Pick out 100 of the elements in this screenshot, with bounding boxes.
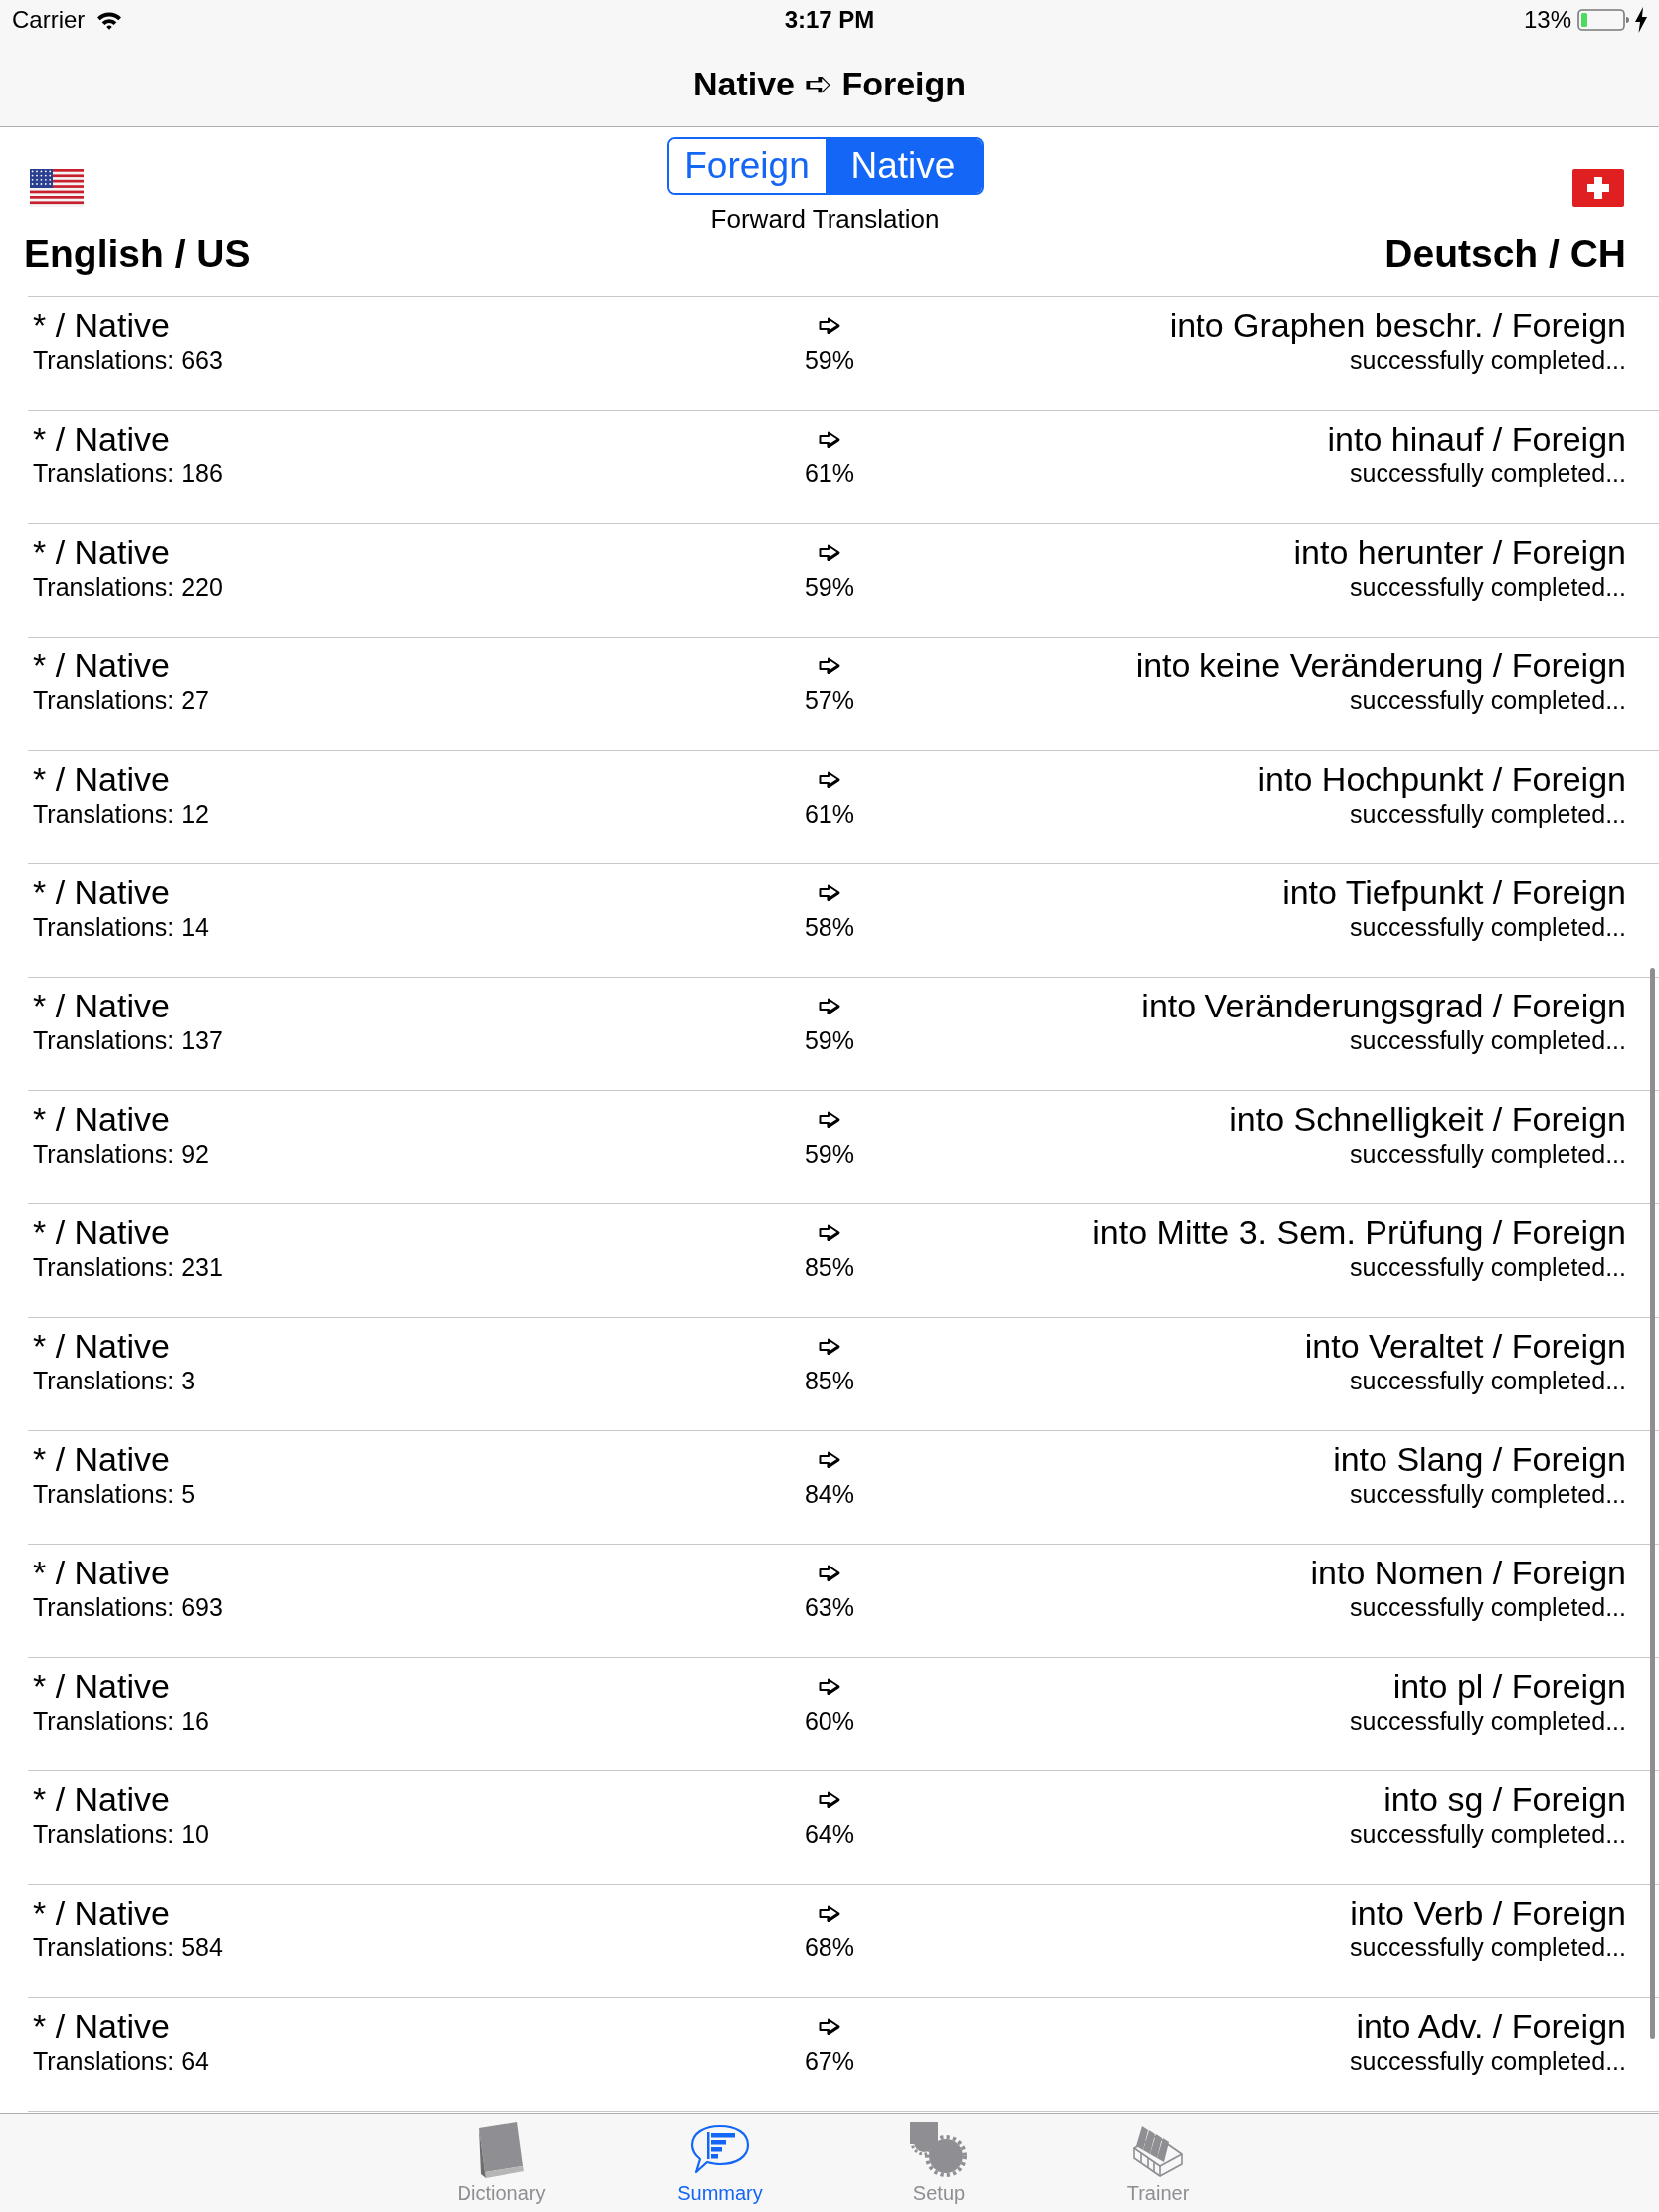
target-title: into Veränderungsgrad / Foreign (1141, 986, 1626, 1025)
translation-count: Translations: 137 (33, 1025, 223, 1055)
translation-count: Translations: 663 (33, 345, 223, 375)
arrow-icon (819, 656, 840, 674)
target-title: into Schnelligkeit / Foreign (1229, 1099, 1626, 1139)
success-rate: 59% (804, 1139, 854, 1169)
row-title: * / Native (33, 419, 170, 459)
arrow-icon (819, 1790, 840, 1808)
translation-count: Translations: 10 (33, 1819, 209, 1849)
target-title: into Nomen / Foreign (1310, 1553, 1626, 1592)
success-rate: 61% (804, 799, 854, 829)
target-title: into Mitte 3. Sem. Prüfung / Foreign (1092, 1212, 1626, 1252)
target-title: into Veraltet / Foreign (1304, 1326, 1626, 1366)
success-rate: 60% (804, 1706, 854, 1736)
nav-title: Native ➪ Foreign (692, 63, 967, 104)
success-rate: 59% (804, 572, 854, 602)
status-text: successfully completed... (1350, 459, 1626, 488)
translation-count: Translations: 3 (33, 1366, 196, 1395)
tab-bar-item[interactable]: Trainer (1048, 2114, 1267, 2212)
arrow-icon (819, 1564, 840, 1581)
segment-tab[interactable]: Native (825, 139, 982, 193)
arrow-icon (819, 997, 840, 1014)
status-time: 3:17 PM (784, 5, 875, 35)
success-rate: 58% (804, 912, 854, 942)
swiss-flag-icon (1572, 169, 1624, 207)
charging-bolt-icon (1635, 7, 1647, 33)
success-rate: 68% (804, 1933, 854, 1962)
row-title: * / Native (33, 1439, 170, 1479)
arrow-icon (819, 1110, 840, 1128)
target-language: Deutsch / CH (1384, 231, 1626, 276)
target-title: into Hochpunkt / Foreign (1257, 759, 1626, 799)
success-rate: 84% (804, 1479, 854, 1509)
translation-count: Translations: 12 (33, 799, 209, 829)
translation-count: Translations: 5 (33, 1479, 196, 1509)
status-text: successfully completed... (1350, 345, 1626, 375)
row-title: * / Native (33, 1212, 170, 1252)
tab-bar-item[interactable]: Setup (830, 2114, 1048, 2212)
battery-icon (1577, 9, 1629, 31)
target-title: into Tiefpunkt / Foreign (1282, 872, 1626, 912)
success-rate: 64% (804, 1819, 854, 1849)
success-rate: 85% (804, 1366, 854, 1395)
us-flag-icon (30, 169, 84, 207)
translation-count: Translations: 584 (33, 1933, 223, 1962)
row-title: * / Native (33, 872, 170, 912)
arrow-icon (819, 1337, 840, 1355)
arrow-icon (819, 1450, 840, 1468)
gears-icon (908, 2120, 970, 2180)
row-title: * / Native (33, 1893, 170, 1933)
translation-count: Translations: 231 (33, 1252, 223, 1282)
arrow-icon (819, 1677, 840, 1695)
direction-caption: Forward Translation (710, 203, 940, 235)
target-title: into sg / Foreign (1383, 1779, 1626, 1819)
arrow-icon (819, 430, 840, 448)
status-text: successfully completed... (1350, 1025, 1626, 1055)
target-title: into Adv. / Foreign (1356, 2006, 1626, 2046)
status-text: successfully completed... (1350, 685, 1626, 715)
translation-count: Translations: 186 (33, 459, 223, 488)
row-title: * / Native (33, 1779, 170, 1819)
arrow-icon (819, 543, 840, 561)
source-language: English / US (24, 231, 251, 276)
success-rate: 67% (804, 2046, 854, 2076)
target-title: into Verb / Foreign (1350, 1893, 1626, 1933)
arrow-icon (819, 770, 840, 788)
status-text: successfully completed... (1350, 572, 1626, 602)
row-title: * / Native (33, 532, 170, 572)
row-title: * / Native (33, 2006, 170, 2046)
status-text: successfully completed... (1350, 2046, 1626, 2076)
status-text: successfully completed... (1350, 912, 1626, 942)
translation-count: Translations: 693 (33, 1592, 223, 1622)
row-title: * / Native (33, 1666, 170, 1706)
success-rate: 59% (804, 345, 854, 375)
status-text: successfully completed... (1350, 1592, 1626, 1622)
row-title: * / Native (33, 759, 170, 799)
wifi-icon (96, 10, 123, 30)
arrow-icon (819, 316, 840, 334)
battery-percentage: 13% (1523, 5, 1571, 35)
arrow-icon (819, 2017, 840, 2035)
tab-bar-item[interactable]: Dictionary (392, 2114, 611, 2212)
success-rate: 63% (804, 1592, 854, 1622)
status-text: successfully completed... (1350, 1706, 1626, 1736)
row-title: * / Native (33, 986, 170, 1025)
target-title: into keine Veränderung / Foreign (1135, 645, 1626, 685)
arrow-icon (819, 883, 840, 901)
row-title: * / Native (33, 1099, 170, 1139)
tab-bar-item[interactable]: Summary (611, 2114, 830, 2212)
translation-count: Translations: 14 (33, 912, 209, 942)
status-text: successfully completed... (1350, 1366, 1626, 1395)
arrow-icon (819, 1223, 840, 1241)
translation-count: Translations: 220 (33, 572, 223, 602)
translation-count: Translations: 27 (33, 685, 209, 715)
row-title: * / Native (33, 645, 170, 685)
success-rate: 59% (804, 1025, 854, 1055)
status-text: successfully completed... (1350, 1819, 1626, 1849)
arrow-icon (819, 1904, 840, 1922)
translation-count: Translations: 92 (33, 1139, 209, 1169)
target-title: into Graphen beschr. / Foreign (1169, 305, 1626, 345)
target-title: into hinauf / Foreign (1327, 419, 1626, 459)
success-rate: 57% (804, 685, 854, 715)
target-title: into herunter / Foreign (1293, 532, 1626, 572)
status-text: successfully completed... (1350, 1933, 1626, 1962)
